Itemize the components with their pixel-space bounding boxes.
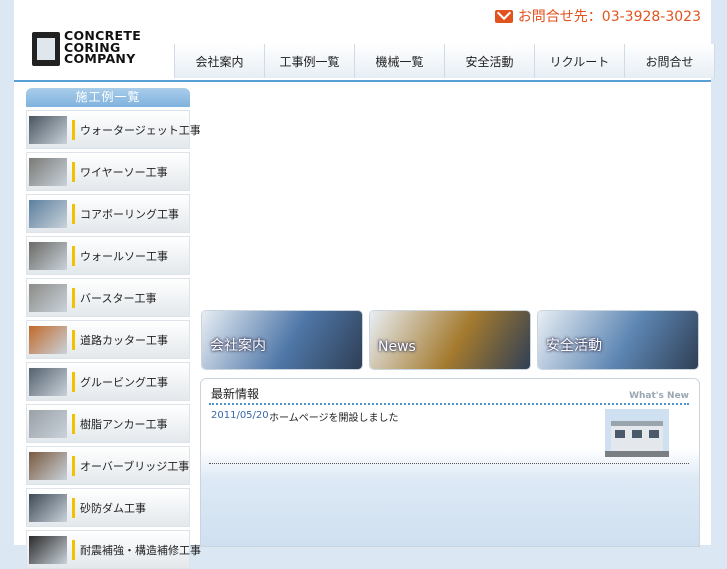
sidebar-item-label: バースター工事	[80, 291, 157, 305]
sidebar-item[interactable]: ワイヤーソー工事	[26, 152, 190, 191]
sidebar-item-thumbnail	[29, 451, 67, 480]
sidebar-item-marker	[72, 371, 75, 392]
banner-company[interactable]: 会社案内	[201, 310, 363, 370]
sidebar-item-marker	[72, 539, 75, 560]
sidebar-item-thumbnail	[29, 157, 67, 186]
sidebar-item-marker	[72, 497, 75, 518]
sidebar-item[interactable]: バースター工事	[26, 278, 190, 317]
sidebar-item[interactable]: コアボーリング工事	[26, 194, 190, 233]
company-logo[interactable]: CONCRETE CORING COMPANY	[32, 30, 182, 70]
sidebar-item-label: 砂防ダム工事	[80, 501, 146, 515]
nav-safety[interactable]: 安全活動	[444, 44, 534, 78]
header: CONCRETE CORING COMPANY お問合せ先：03-3928-30…	[14, 0, 715, 82]
sidebar-item-label: 道路カッター工事	[80, 333, 168, 347]
sidebar-item-marker	[72, 455, 75, 476]
sidebar-item-thumbnail	[29, 493, 67, 522]
contact-text: お問合せ先：03-3928-3023	[517, 9, 701, 25]
sidebar-item-label: ワイヤーソー工事	[80, 165, 168, 179]
nav-machines[interactable]: 機械一覧	[354, 44, 444, 78]
sidebar-item[interactable]: ウォールソー工事	[26, 236, 190, 275]
sidebar-item-thumbnail	[29, 535, 67, 564]
main-visual	[200, 88, 700, 303]
sidebar-item-label: オーバーブリッジ工事	[80, 459, 190, 473]
sidebar-item-thumbnail	[29, 115, 67, 144]
logo-text: CONCRETE CORING COMPANY	[64, 30, 141, 65]
nav-contact[interactable]: お問合せ	[624, 44, 715, 78]
news-divider	[209, 403, 689, 405]
sidebar: 施工例一覧 ウォータージェット工事 ワイヤーソー工事 コアボーリング工事 ウォールソー…	[26, 88, 201, 569]
sidebar-item-label: 耐震補強・構造補修工事	[80, 543, 201, 557]
global-nav: 会社案内 工事例一覧 機械一覧 安全活動 リクルート お問合せ	[174, 44, 715, 78]
banner-news[interactable]: News	[369, 310, 531, 370]
page: CONCRETE CORING COMPANY お問合せ先：03-3928-30…	[14, 0, 715, 569]
banner-row: 会社案内 News 安全活動	[201, 310, 701, 370]
news-title: 最新情報	[211, 387, 260, 401]
banner-news-label: News	[378, 339, 416, 355]
mail-icon	[494, 9, 513, 23]
logo-line-3: COMPANY	[64, 51, 136, 66]
banner-safety[interactable]: 安全活動	[537, 310, 699, 370]
sidebar-item-label: ウォールソー工事	[80, 249, 168, 263]
sidebar-title: 施工例一覧	[26, 88, 190, 107]
banner-company-label: 会社案内	[210, 338, 266, 354]
sidebar-item-label: グルービング工事	[80, 375, 168, 389]
news-section: 最新情報 What's New 2011/05/20 ホームページを開設しました	[200, 378, 700, 547]
sidebar-item[interactable]: 樹脂アンカー工事	[26, 404, 190, 443]
news-separator	[209, 463, 689, 464]
news-photo	[605, 409, 669, 457]
news-date: 2011/05/20	[211, 410, 269, 421]
sidebar-item-marker	[72, 119, 75, 140]
sidebar-item-thumbnail	[29, 409, 67, 438]
sidebar-item-marker	[72, 329, 75, 350]
sidebar-item-marker	[72, 245, 75, 266]
contact-info[interactable]: お問合せ先：03-3928-3023	[494, 6, 701, 26]
sidebar-item-label: ウォータージェット工事	[80, 123, 201, 137]
sidebar-item-thumbnail	[29, 283, 67, 312]
news-text[interactable]: ホームページを開設しました	[269, 409, 399, 424]
sidebar-item-marker	[72, 203, 75, 224]
sidebar-item[interactable]: 耐震補強・構造補修工事	[26, 530, 201, 569]
whats-new-badge: What's New	[629, 391, 689, 401]
logo-mark-icon	[32, 32, 60, 66]
sidebar-list: ウォータージェット工事 ワイヤーソー工事 コアボーリング工事 ウォールソー工事 バースタ…	[26, 110, 201, 569]
sidebar-item-label: コアボーリング工事	[80, 207, 179, 221]
nav-recruit[interactable]: リクルート	[534, 44, 624, 78]
sidebar-item-thumbnail	[29, 325, 67, 354]
sidebar-item-marker	[72, 287, 75, 308]
nav-company[interactable]: 会社案内	[174, 44, 264, 78]
sidebar-item-label: 樹脂アンカー工事	[80, 417, 168, 431]
sidebar-item[interactable]: ウォータージェット工事	[26, 110, 201, 149]
sidebar-item-marker	[72, 161, 75, 182]
nav-works[interactable]: 工事例一覧	[264, 44, 354, 78]
sidebar-item[interactable]: オーバーブリッジ工事	[26, 446, 190, 485]
sidebar-item-thumbnail	[29, 367, 67, 396]
sidebar-item[interactable]: 砂防ダム工事	[26, 488, 190, 527]
banner-safety-label: 安全活動	[546, 338, 602, 354]
sidebar-item-thumbnail	[29, 199, 67, 228]
sidebar-item[interactable]: グルービング工事	[26, 362, 190, 401]
sidebar-item-marker	[72, 413, 75, 434]
sidebar-item[interactable]: 道路カッター工事	[26, 320, 190, 359]
sidebar-item-thumbnail	[29, 241, 67, 270]
